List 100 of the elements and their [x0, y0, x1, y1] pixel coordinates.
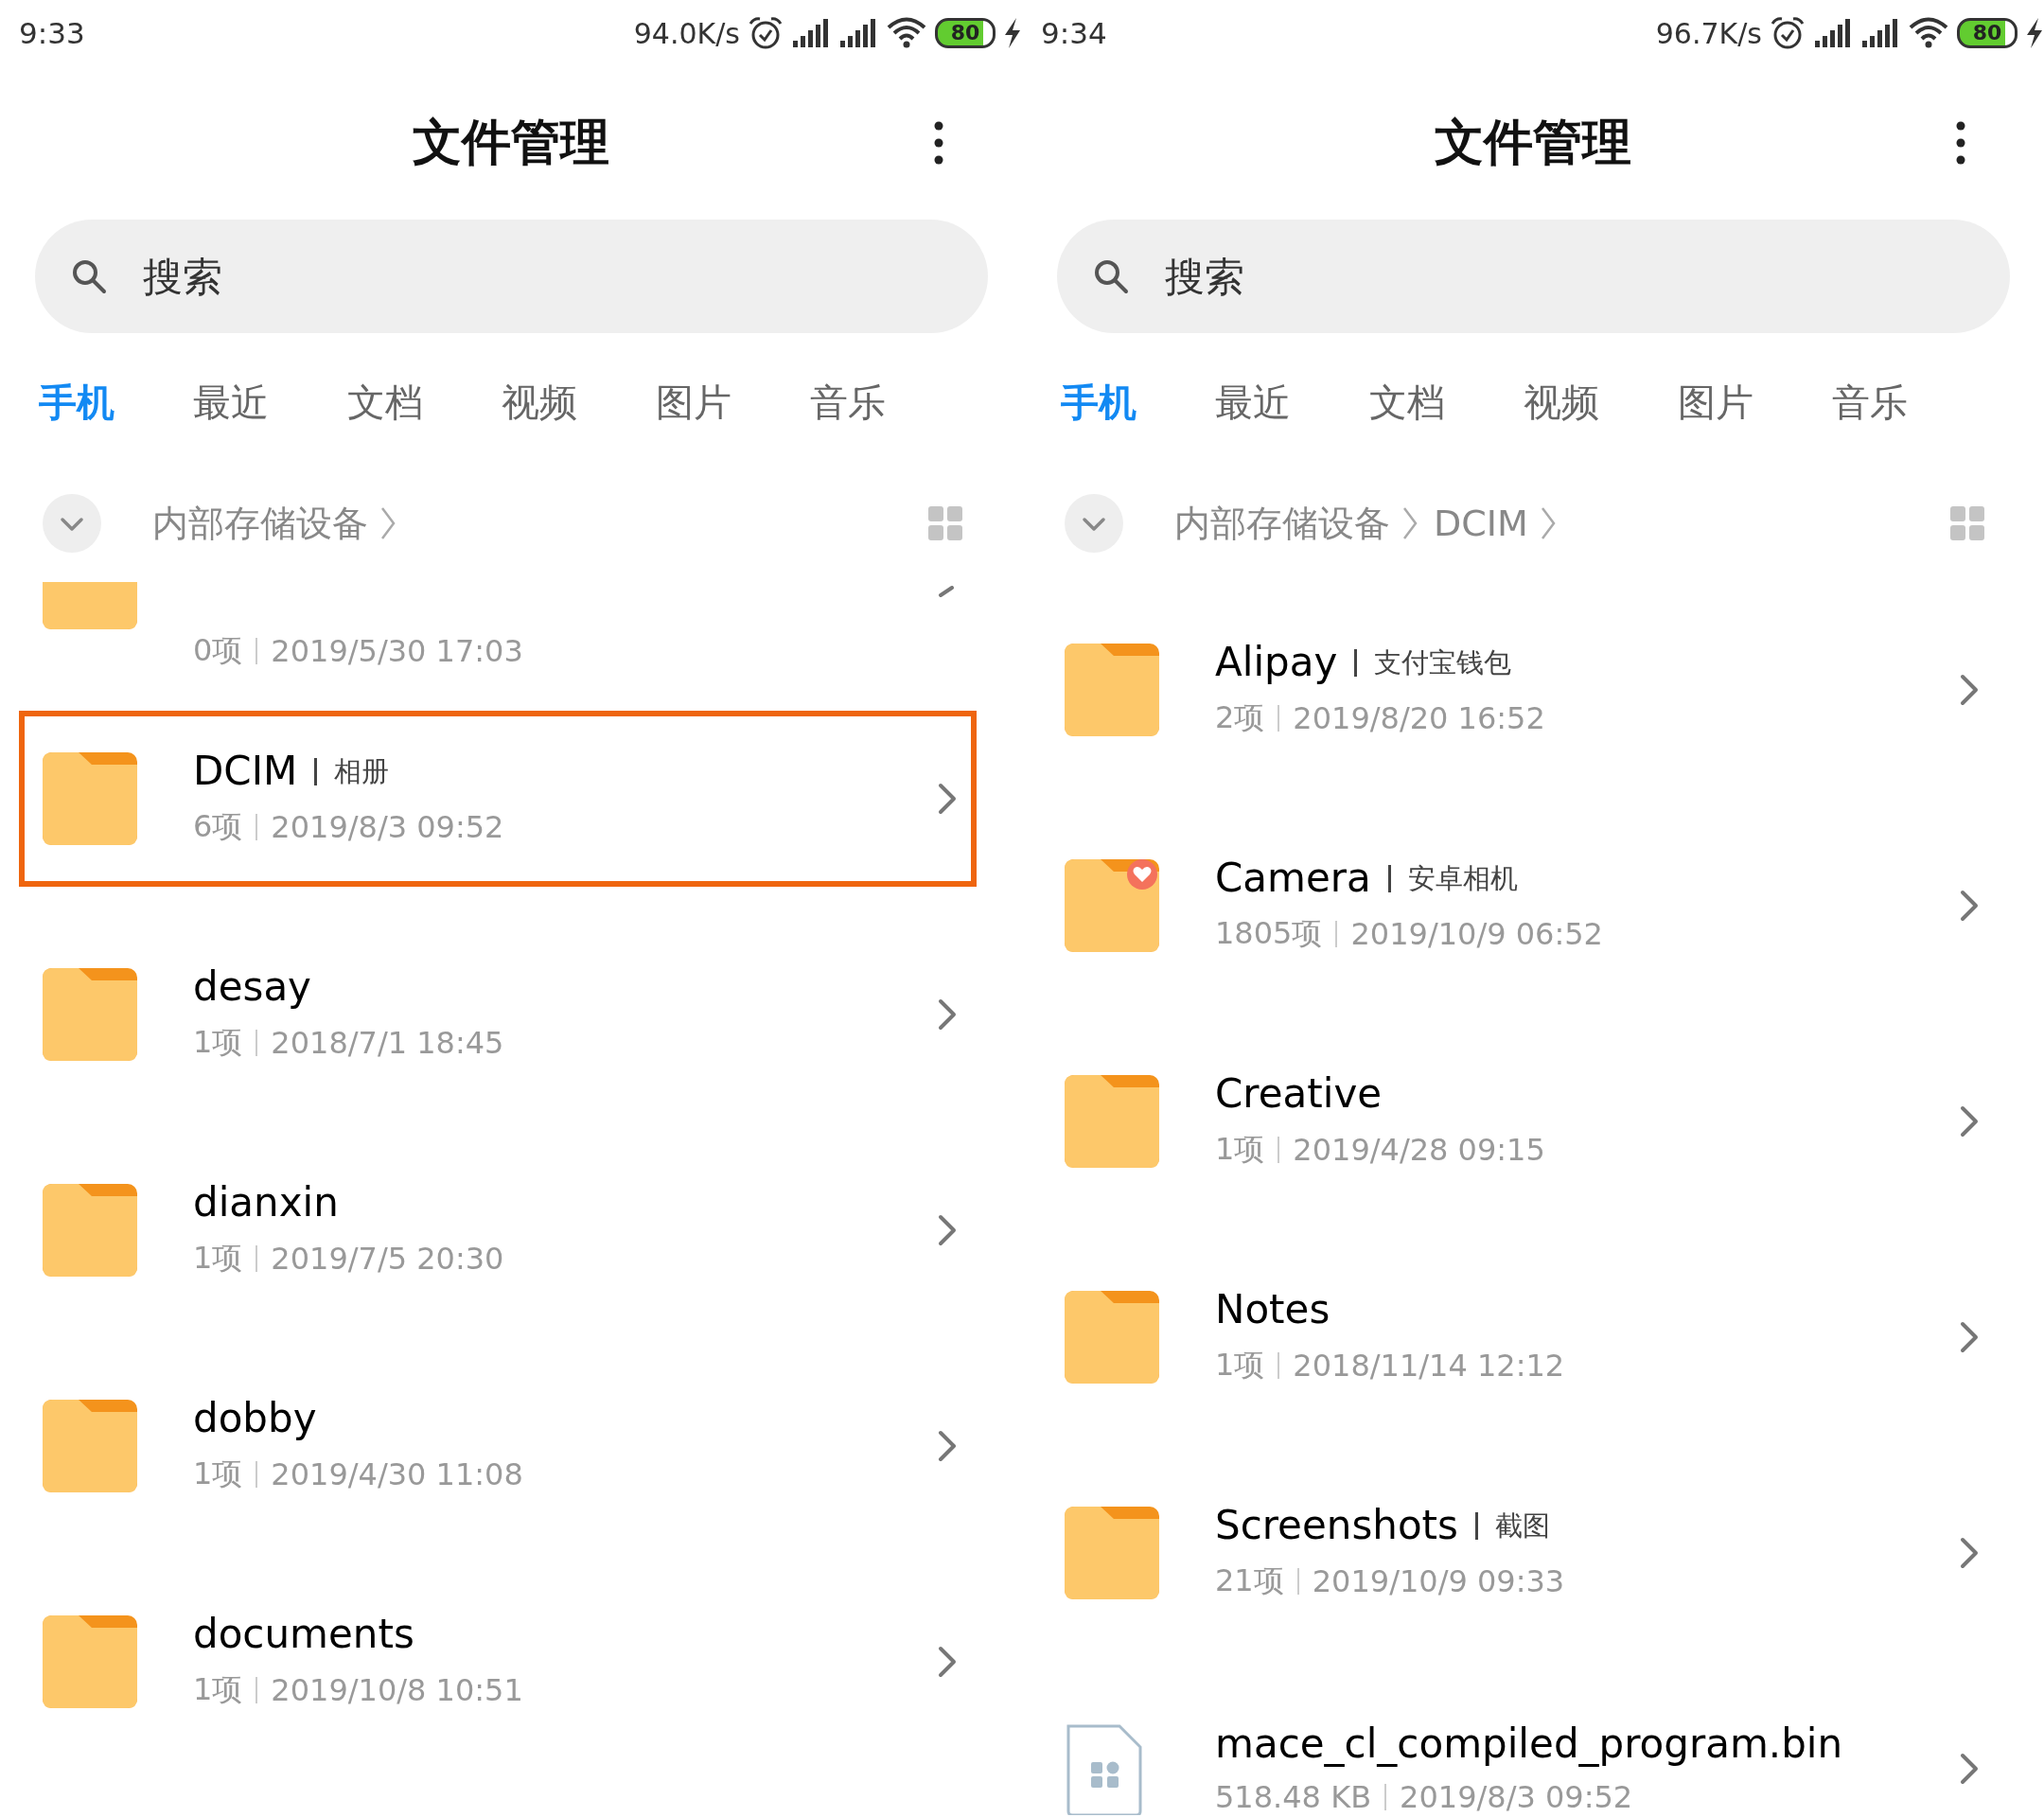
category-tab[interactable]: 音乐: [810, 379, 886, 425]
chevron-icon[interactable]: [1959, 1752, 1980, 1786]
more-menu-icon[interactable]: [933, 120, 944, 166]
signal-icon: [791, 18, 831, 48]
category-tab[interactable]: 图片: [656, 379, 731, 425]
modified-date: 2019/10/9 09:33: [1312, 1563, 1565, 1600]
item-count: 6项: [193, 807, 243, 847]
chevron-icon: [379, 505, 396, 541]
item-count: 1项: [193, 1239, 243, 1279]
item-count: 1项: [193, 1455, 243, 1494]
folder-icon: [1065, 1291, 1159, 1384]
collapse-icon[interactable]: [1065, 494, 1123, 553]
chevron-icon: [1401, 505, 1418, 541]
signal-icon: [1860, 18, 1900, 48]
chevron-icon[interactable]: [1959, 1320, 1980, 1354]
folder-name: dobby: [193, 1396, 317, 1441]
clock-time: 9:34: [1041, 16, 1107, 50]
folder-label: 支付宝钱包: [1354, 648, 1512, 677]
folder-icon: [1065, 644, 1159, 736]
wifi-icon: [886, 17, 927, 49]
category-tab[interactable]: 视频: [502, 379, 577, 425]
breadcrumb-item[interactable]: 内部存储设备: [1174, 499, 1390, 548]
breadcrumb-item[interactable]: 内部存储设备: [152, 499, 368, 548]
search-field[interactable]: 搜索: [1057, 220, 2010, 333]
folder-icon: [43, 752, 137, 845]
clock-time: 9:33: [19, 16, 85, 50]
category-tab[interactable]: 最近: [1215, 379, 1291, 425]
network-speed: 96.7K/s: [1655, 16, 1762, 50]
item-count: 2项: [1215, 698, 1265, 738]
chevron-icon[interactable]: [937, 1429, 958, 1463]
modified-date: 2019/10/8 10:51: [271, 1672, 523, 1709]
modified-date: 2019/4/30 11:08: [271, 1456, 523, 1493]
collapse-icon[interactable]: [43, 494, 101, 553]
breadcrumb-item[interactable]: DCIM: [1434, 503, 1528, 544]
file-name: mace_cl_compiled_program.bin: [1215, 1721, 1843, 1767]
page-title: 文件管理: [1435, 113, 1631, 172]
charging-icon: [2025, 17, 2044, 49]
item-count: 1项: [193, 1023, 243, 1063]
folder-icon: [43, 1615, 137, 1708]
category-tab[interactable]: 视频: [1524, 379, 1599, 425]
chevron-icon: [1539, 505, 1557, 541]
folder-name: Screenshots: [1215, 1503, 1458, 1548]
modified-date: 2019/4/28 09:15: [1293, 1132, 1545, 1169]
more-menu-icon[interactable]: [1955, 120, 1966, 166]
folder-icon: [1065, 1075, 1159, 1168]
folder-icon: [43, 582, 137, 629]
item-count: 1项: [1215, 1130, 1265, 1170]
search-field[interactable]: 搜索: [35, 220, 988, 333]
folder-label: 相册: [314, 757, 390, 785]
folder-icon: [43, 1400, 137, 1492]
modified-date: 2019/10/9 06:52: [1350, 916, 1603, 953]
category-tab[interactable]: 文档: [347, 379, 423, 425]
folder-name: dianxin: [193, 1180, 339, 1226]
category-tab[interactable]: 最近: [193, 379, 269, 425]
modified-date: 2018/7/1 18:45: [271, 1025, 504, 1062]
alarm-icon: [1770, 16, 1806, 50]
folder-name: Alipay: [1215, 640, 1338, 685]
item-count: 21项: [1215, 1561, 1284, 1601]
chevron-icon[interactable]: [937, 997, 958, 1032]
battery-indicator: 80: [935, 18, 996, 48]
battery-indicator: 80: [1957, 18, 2018, 48]
folder-icon: [43, 1184, 137, 1277]
category-tab[interactable]: 图片: [1678, 379, 1753, 425]
modified-date: 2019/8/3 09:52: [271, 809, 504, 846]
item-count: 1项: [1215, 1346, 1265, 1385]
charging-icon: [1003, 17, 1022, 49]
folder-name: Creative: [1215, 1071, 1383, 1117]
folder-name: DCIM: [193, 749, 298, 794]
modified-date: 2019/7/5 20:30: [271, 1241, 504, 1278]
folder-icon: [1065, 859, 1159, 952]
folder-icon: [1065, 1507, 1159, 1599]
category-tab[interactable]: 音乐: [1832, 379, 1908, 425]
modified-date: 2018/11/14 12:12: [1293, 1348, 1565, 1385]
file-size: 518.48 KB: [1215, 1779, 1372, 1816]
category-tab[interactable]: 文档: [1369, 379, 1445, 425]
chevron-icon[interactable]: [937, 1645, 958, 1679]
chevron-icon[interactable]: [1959, 1104, 1980, 1138]
category-tab[interactable]: 手机: [39, 379, 115, 425]
chevron-icon[interactable]: [937, 1213, 958, 1247]
signal-icon: [1813, 18, 1853, 48]
chevron-icon[interactable]: [1959, 673, 1980, 707]
folder-name: Camera: [1215, 856, 1371, 901]
page-title: 文件管理: [413, 113, 609, 172]
chevron-icon[interactable]: [1959, 889, 1980, 923]
chevron-icon[interactable]: [1959, 1536, 1980, 1570]
chevron-icon[interactable]: [937, 782, 958, 816]
folder-name: Notes: [1215, 1287, 1330, 1332]
folder-icon: [43, 968, 137, 1061]
category-tab[interactable]: 手机: [1061, 379, 1137, 425]
item-count: 1805项: [1215, 914, 1323, 954]
modified-date: 2019/8/3 09:52: [1400, 1779, 1633, 1816]
alarm-icon: [748, 16, 784, 50]
item-count: 0项: [193, 631, 243, 670]
folder-name: desay: [193, 964, 311, 1010]
folder-label: 安卓相机: [1387, 864, 1518, 892]
wifi-icon: [1908, 17, 1949, 49]
folder-name: documents: [193, 1612, 414, 1657]
modified-date: 2019/5/30 17:03: [271, 633, 523, 669]
signal-icon: [838, 18, 878, 48]
item-count: 1项: [193, 1670, 243, 1710]
